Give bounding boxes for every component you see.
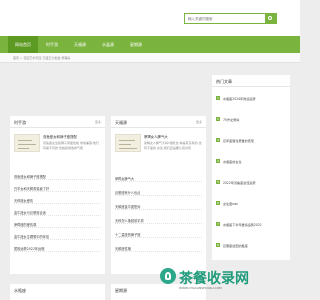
sidebar-item[interactable]: 6 女生套nan bbox=[216, 197, 286, 210]
search-button[interactable] bbox=[265, 14, 276, 23]
sidebar-item[interactable]: 5 2022年双鱼座最佳运势 bbox=[216, 176, 286, 189]
article-thumbnail[interactable] bbox=[14, 134, 40, 152]
header bbox=[0, 0, 300, 36]
panel-title: 星期源 bbox=[115, 288, 127, 293]
panel-hot-articles: 热门文章 1 水瓶座2024年财运运势 2 70岁女男嫁 3 巨年座属性男爱的表现 4… bbox=[212, 75, 290, 260]
list-item[interactable]: 巨蟹座有什么优点 bbox=[115, 186, 202, 196]
breadcrumb: 首页 > 花园艺术乐园 万盛正大批发 整理房 bbox=[13, 56, 71, 60]
list-item[interactable]: 摩羯女脾气大 bbox=[115, 172, 202, 182]
more-link[interactable]: 更多 bbox=[196, 120, 202, 124]
nav-item-shuijing[interactable]: 水晶源 bbox=[96, 36, 120, 53]
nav-item-home[interactable]: 网站首页 bbox=[8, 36, 38, 53]
more-link[interactable]: 更多 bbox=[95, 120, 101, 124]
featured-article-title[interactable]: 双鱼座女和狮子座搭配 bbox=[43, 134, 77, 139]
list-item[interactable]: 金牛座女与巨蟹谁合适 bbox=[14, 206, 101, 216]
rank-badge: 1 bbox=[216, 96, 220, 100]
panel-title: 热门文章 bbox=[216, 79, 232, 84]
list-item[interactable]: 天蝎座金牛座配对 bbox=[115, 200, 202, 210]
panel-header: 天福源 更多 bbox=[111, 116, 206, 128]
nav-item-shouyou[interactable]: 时手游 bbox=[40, 36, 64, 53]
sidebar-item[interactable]: 3 巨年座属性男爱的表现 bbox=[216, 134, 286, 147]
list-item[interactable]: 天蝎座性格 bbox=[115, 242, 202, 252]
watermark-text: 茶餐收录网 bbox=[179, 271, 249, 287]
watermark-subtext: WWW.CHACANSHOULU.COM bbox=[179, 286, 222, 290]
list-item[interactable]: 白羊女和天蝎男谁赢了好 bbox=[14, 182, 101, 192]
nav-item-xingqi[interactable]: 星期源 bbox=[124, 36, 148, 53]
panel-title: 时手游 bbox=[14, 120, 26, 125]
search-input[interactable] bbox=[188, 16, 258, 22]
panel-title: 天福源 bbox=[115, 120, 127, 125]
main-nav: 网站首页 时手游 天福源 水晶源 星期源 bbox=[0, 36, 300, 53]
list-item[interactable]: 摩羯座的爱情观 bbox=[14, 218, 101, 228]
panel-shouyou: 时手游 更多 双鱼座女和狮子座搭配 双鱼座女生和狮子男座性格 非常兼容,他们有着… bbox=[10, 116, 105, 274]
rank-badge: 6 bbox=[216, 201, 220, 205]
list-item[interactable]: 天秤座女爱情 bbox=[14, 194, 101, 204]
sidebar-item[interactable]: 4 水瓶座的女生 bbox=[216, 155, 286, 168]
panel-header: 时手游 更多 bbox=[10, 116, 105, 128]
breadcrumb-bar: 首页 > 花园艺术乐园 万盛正大批发 整理房 bbox=[0, 53, 300, 63]
rank-badge: 3 bbox=[216, 138, 220, 142]
list-item[interactable]: 十二星座的狮子座 bbox=[115, 228, 202, 238]
panel-tianfu: 天福源 更多 摩羯女人脾气大 摩羯女人脾气大吗?相处这 种是有没有的,也有不差的… bbox=[111, 116, 206, 274]
sidebar-item[interactable]: 1 水瓶座2024年财运运势 bbox=[216, 92, 286, 105]
featured-article-desc: 摩羯女人脾气大吗?相处这 种是有没有的,也有不差的 女生,我们还是要认真对待 bbox=[144, 141, 202, 150]
panel-title: 水瓶座 bbox=[14, 288, 26, 293]
panel-shuiping: 水瓶座 bbox=[10, 284, 105, 300]
sidebar-item[interactable]: 7 水瓶座下半年爱情运势2021 bbox=[216, 218, 286, 231]
watermark-logo-icon bbox=[160, 268, 176, 284]
search-icon bbox=[268, 16, 272, 20]
rank-badge: 5 bbox=[216, 180, 220, 184]
list-item[interactable]: 属相运势2022年运程 bbox=[14, 242, 101, 252]
rank-badge: 8 bbox=[216, 243, 220, 247]
nav-item-tianfu[interactable]: 天福源 bbox=[68, 36, 92, 53]
featured-article-title[interactable]: 摩羯女人脾气大 bbox=[144, 134, 168, 139]
list-item[interactable]: 双鱼座女和狮子座搭配 bbox=[14, 170, 101, 180]
featured-article-desc: 双鱼座女生和狮子男座性格 非常兼容,他们有着不同的 性格和成熟的气质 bbox=[43, 141, 99, 150]
search-box bbox=[184, 13, 277, 24]
sidebar-item[interactable]: 8 巨蟹座最配的星座 bbox=[216, 239, 286, 252]
article-thumbnail[interactable] bbox=[115, 134, 141, 152]
rank-badge: 7 bbox=[216, 222, 220, 226]
rank-badge: 2 bbox=[216, 117, 220, 121]
list-item[interactable]: 金牛座女生理想中的伴侣 bbox=[14, 230, 101, 240]
panel-header: 热门文章 bbox=[212, 75, 290, 87]
rank-badge: 4 bbox=[216, 159, 220, 163]
sidebar-item[interactable]: 2 70岁女男嫁 bbox=[216, 113, 286, 126]
list-item[interactable]: 天秤怎么挽回射手男 bbox=[115, 214, 202, 224]
